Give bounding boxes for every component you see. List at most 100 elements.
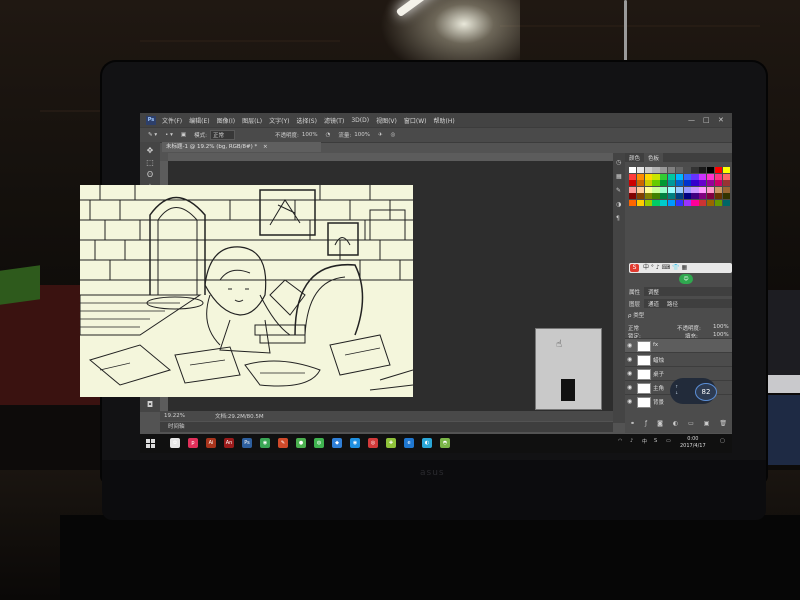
- color-swatch[interactable]: [652, 199, 660, 206]
- color-swatch[interactable]: [629, 186, 637, 193]
- color-swatch[interactable]: [629, 193, 637, 199]
- menu-view[interactable]: 视图(V): [376, 116, 397, 125]
- taskbar-clock[interactable]: 0:00 2017/4/17: [680, 436, 706, 450]
- pressure-size-icon[interactable]: ◎: [391, 132, 396, 138]
- document-tab[interactable]: 未标题-1 @ 19.2% (bg, RGB/8#) * ×: [162, 142, 321, 152]
- swatch-grid[interactable]: [629, 167, 730, 206]
- color-swatch[interactable]: [683, 199, 691, 206]
- menu-image[interactable]: 图像(I): [217, 116, 235, 125]
- opacity-field[interactable]: 100%: [302, 132, 318, 138]
- app-tool-icon[interactable]: ✎: [278, 438, 288, 448]
- color-swatch[interactable]: [636, 180, 645, 186]
- mask-icon[interactable]: ◙: [657, 420, 663, 430]
- color-swatch[interactable]: [629, 199, 637, 206]
- color-swatch[interactable]: [644, 199, 652, 206]
- input-method-icon[interactable]: 中: [642, 438, 647, 445]
- color-swatch[interactable]: [667, 173, 676, 180]
- color-swatch[interactable]: [714, 186, 723, 193]
- color-swatch[interactable]: [636, 167, 645, 173]
- adjustment-layer-icon[interactable]: ◐: [673, 420, 678, 430]
- color-swatch[interactable]: [722, 193, 730, 199]
- color-swatch[interactable]: [629, 173, 637, 180]
- assistant-badge-icon[interactable]: ☺: [679, 274, 693, 284]
- app-security-icon[interactable]: ✚: [386, 438, 396, 448]
- new-layer-icon[interactable]: ▣: [704, 420, 710, 430]
- menu-edit[interactable]: 编辑(E): [189, 116, 209, 125]
- ime-toolbar[interactable]: S 中 ° ♪ ⌨ 👕 ▦: [629, 263, 732, 273]
- group-icon[interactable]: ▭: [688, 420, 694, 430]
- color-swatch[interactable]: [714, 199, 723, 206]
- color-swatch[interactable]: [667, 167, 676, 173]
- app-illustrator-icon[interactable]: Ai: [206, 438, 216, 448]
- tab-paths[interactable]: 路径: [663, 299, 682, 308]
- color-swatch[interactable]: [706, 199, 715, 206]
- eye-icon[interactable]: ◉: [627, 342, 632, 349]
- eye-icon[interactable]: ◉: [627, 384, 632, 391]
- marquee-tool-icon[interactable]: ⬚: [145, 158, 155, 168]
- line-art-drawing[interactable]: [80, 185, 413, 397]
- app-edge-icon[interactable]: e: [404, 438, 414, 448]
- color-swatch[interactable]: [675, 193, 684, 199]
- close-button[interactable]: ✕: [718, 116, 724, 124]
- tab-color[interactable]: 颜色: [625, 153, 644, 162]
- wifi-icon[interactable]: ◠: [618, 438, 622, 444]
- tab-layers[interactable]: 图层: [625, 299, 645, 308]
- color-swatch[interactable]: [722, 173, 730, 180]
- color-swatch[interactable]: [660, 199, 668, 206]
- color-swatch[interactable]: [691, 199, 699, 206]
- network-speed-widget[interactable]: ↑ ↓ 82: [670, 378, 717, 404]
- color-swatch[interactable]: [691, 193, 699, 199]
- color-swatch[interactable]: [652, 167, 660, 173]
- eye-icon[interactable]: ◉: [627, 370, 632, 377]
- app-p-icon[interactable]: p: [188, 438, 198, 448]
- color-swatch[interactable]: [714, 173, 723, 180]
- quick-mask-icon[interactable]: ◘: [145, 400, 155, 410]
- windows-start-icon[interactable]: [146, 439, 155, 448]
- color-swatch[interactable]: [722, 199, 730, 206]
- menu-select[interactable]: 选择(S): [296, 116, 317, 125]
- color-swatch[interactable]: [660, 167, 668, 173]
- eye-icon[interactable]: ◉: [627, 398, 632, 405]
- menu-type[interactable]: 文字(Y): [269, 116, 289, 125]
- color-swatch[interactable]: [706, 180, 715, 186]
- color-swatch[interactable]: [644, 173, 652, 180]
- color-swatch[interactable]: [644, 186, 652, 193]
- tab-channels[interactable]: 通道: [644, 299, 663, 308]
- color-swatch[interactable]: [722, 167, 730, 173]
- color-swatch[interactable]: [683, 180, 691, 186]
- color-swatch[interactable]: [691, 173, 699, 180]
- ime-tools-icon[interactable]: 中 ° ♪ ⌨ 👕 ▦: [643, 264, 687, 272]
- tab-swatches[interactable]: 色板: [644, 153, 664, 162]
- menu-window[interactable]: 窗口(W): [404, 116, 427, 125]
- color-swatch[interactable]: [667, 186, 676, 193]
- maximize-button[interactable]: □: [703, 116, 710, 124]
- layer-opacity-field[interactable]: 100%: [713, 324, 729, 330]
- tab-properties[interactable]: 属性: [625, 287, 645, 296]
- color-swatch[interactable]: [675, 173, 684, 180]
- delete-layer-icon[interactable]: 🗑: [719, 420, 727, 430]
- color-swatch[interactable]: [691, 167, 699, 173]
- color-swatch[interactable]: [660, 180, 668, 186]
- app-animate-icon[interactable]: An: [224, 438, 234, 448]
- pressure-opacity-icon[interactable]: ◔: [326, 132, 331, 138]
- color-swatch[interactable]: [636, 199, 645, 206]
- adjustments-icon[interactable]: ◑: [616, 201, 623, 208]
- color-swatch[interactable]: [699, 180, 707, 186]
- app-chrome-icon[interactable]: ◉: [260, 438, 270, 448]
- color-swatch[interactable]: [660, 173, 668, 180]
- color-swatch[interactable]: [636, 193, 645, 199]
- zoom-level[interactable]: 19.22%: [164, 413, 185, 419]
- menu-help[interactable]: 帮助(H): [434, 116, 455, 125]
- color-swatch[interactable]: [652, 180, 660, 186]
- color-swatch[interactable]: [714, 180, 723, 186]
- color-swatch[interactable]: [714, 193, 723, 199]
- timeline-tab[interactable]: 时间轴: [160, 422, 613, 432]
- color-swatch[interactable]: [722, 180, 730, 186]
- lasso-tool-icon[interactable]: ʘ: [145, 170, 155, 180]
- app-wechat-icon[interactable]: ◍: [314, 438, 324, 448]
- app-360-icon[interactable]: ◓: [440, 438, 450, 448]
- document-close-icon[interactable]: ×: [263, 144, 268, 150]
- color-swatch[interactable]: [660, 186, 668, 193]
- app-netease-icon[interactable]: ◎: [368, 438, 378, 448]
- color-swatch[interactable]: [667, 193, 676, 199]
